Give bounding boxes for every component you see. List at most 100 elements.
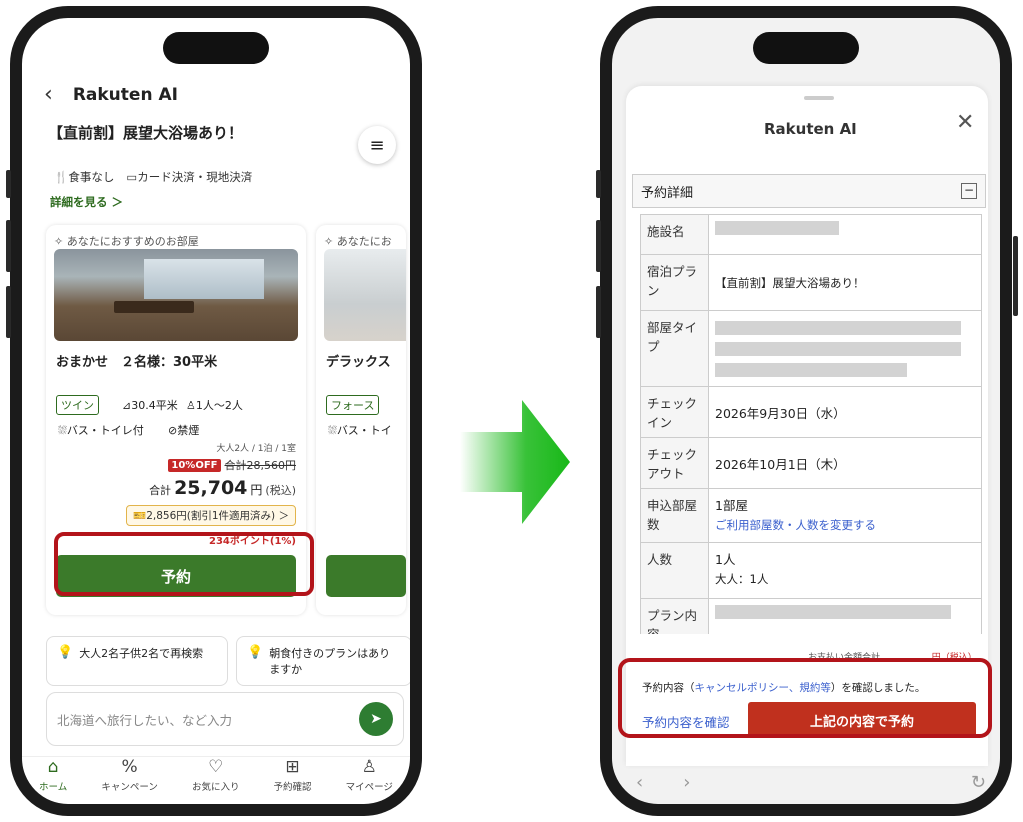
collapse-icon[interactable]: − — [961, 183, 977, 199]
forward-icon[interactable]: › — [683, 772, 690, 793]
row-label: 申込部屋数 — [640, 488, 709, 543]
table-row: チェックイン 2026年9月30日（水） — [640, 386, 982, 438]
send-icon[interactable]: ➤ — [359, 702, 393, 736]
nav-mypage[interactable]: ♙ マイページ — [346, 757, 393, 804]
room-name: デラックス — [326, 355, 391, 370]
table-row: 部屋タイプ — [640, 310, 982, 387]
per-stay-info: 大人2人 / 1泊 / 1室 — [216, 444, 296, 454]
smoking-info: ⊘禁煙 — [168, 424, 200, 437]
person-icon: ♙ — [186, 399, 196, 412]
home-icon: ⌂ — [47, 757, 59, 777]
flow-arrow — [460, 400, 570, 524]
bath-icon: ⛆ — [328, 424, 337, 437]
side-button — [596, 220, 601, 272]
dynamic-island — [753, 32, 859, 64]
room-type-badge: ツイン — [56, 395, 99, 415]
bottom-nav: ⌂ ホーム % キャンペーン ♡ お気に入り ⊞ 予約確認 ♙ マイページ — [22, 756, 410, 804]
menu-icon[interactable]: ≡ — [358, 126, 396, 164]
highlight-box — [618, 658, 992, 738]
room-image[interactable] — [324, 249, 406, 341]
reservation-details-header[interactable]: 予約詳細 − — [632, 174, 986, 208]
recommend-label: ✧ あなたにおすすめのお部屋 — [54, 235, 199, 248]
app-title: Rakuten AI — [72, 84, 178, 105]
sparkle-icon: ✧ — [324, 235, 334, 248]
meal-tag: 🍴食事なし — [54, 170, 115, 184]
side-button — [6, 220, 11, 272]
person-icon: ♙ — [361, 757, 377, 777]
no-smoking-icon: ⊘ — [168, 424, 178, 437]
utensils-icon: 🍴 — [54, 170, 69, 184]
plan-tags: 🍴食事なし ▭カード決済・現地決済 — [54, 169, 252, 185]
coupon-button[interactable]: 🎫2,856円(割引1件適用済み) ＞ — [126, 505, 296, 526]
row-label: 部屋タイプ — [640, 310, 709, 387]
plan-value: 【直前割】展望大浴場あり！ — [708, 254, 982, 311]
reservation-details-table: 施設名 宿泊プラン 【直前割】展望大浴場あり！ 部屋タイプ チェックイン 202… — [640, 214, 982, 650]
room-size: ⊿30.4平米 — [122, 399, 178, 412]
bath-info: ⛆バス・トイ — [328, 424, 392, 437]
side-button — [6, 170, 11, 198]
app-header: ‹ Rakuten AI — [44, 82, 178, 107]
room-image[interactable] — [54, 249, 298, 341]
people-value: 1人 大人：1人 — [708, 542, 982, 599]
chat-input[interactable]: 北海道へ旅行したい、など入力 ➤ — [46, 692, 404, 746]
room-type-value — [708, 310, 982, 387]
close-icon[interactable]: ✕ — [956, 110, 974, 135]
bath-icon: ⛆ — [58, 424, 67, 437]
original-price: 合計28,560円 — [224, 459, 297, 472]
percent-badge-icon: % — [121, 757, 138, 777]
bath-info: ⛆バス・トイレ付 — [58, 424, 144, 437]
table-row: 施設名 — [640, 214, 982, 255]
dynamic-island — [163, 32, 269, 64]
recommend-label: ✧ あなたにお — [324, 235, 392, 248]
rooms-value: 1部屋 ご利用部屋数・人数を変更する — [708, 488, 982, 543]
size-icon: ⊿ — [122, 399, 132, 412]
lightbulb-icon: 💡 — [247, 645, 264, 660]
nav-favorites[interactable]: ♡ お気に入り — [192, 757, 240, 804]
redacted-bar — [715, 321, 961, 335]
side-button — [6, 286, 11, 338]
table-row: 人数 1人 大人：1人 — [640, 542, 982, 599]
total-price: 合計 25,704 円 (税込) — [149, 477, 296, 499]
nav-campaign[interactable]: % キャンペーン — [101, 757, 158, 804]
table-row: チェックアウト 2026年10月1日（木） — [640, 437, 982, 489]
redacted-bar — [715, 363, 907, 377]
row-label: チェックイン — [640, 386, 709, 438]
reserve-button[interactable] — [326, 555, 406, 597]
plan-title: 【直前割】展望大浴場あり！ — [48, 124, 244, 142]
side-button — [1013, 236, 1018, 316]
refresh-icon[interactable]: ↻ — [971, 772, 986, 793]
redacted-bar — [715, 221, 839, 235]
redacted-bar — [715, 605, 951, 619]
total-price-value: 25,704 — [174, 477, 248, 499]
section-title: 予約詳細 — [641, 185, 694, 201]
table-row: 申込部屋数 1部屋 ご利用部屋数・人数を変更する — [640, 488, 982, 543]
right-phone-frame: Rakuten AI ✕ 予約詳細 − 施設名 宿泊プラン 【直前割】展望大浴場… — [600, 6, 1012, 816]
guest-range: ♙1人〜2人 — [186, 399, 243, 412]
back-chevron-icon[interactable]: ‹ — [44, 82, 53, 107]
side-button — [596, 286, 601, 338]
nav-reservations[interactable]: ⊞ 予約確認 — [274, 757, 312, 804]
checkout-value: 2026年10月1日（木） — [708, 437, 982, 489]
discount-row: 10%OFF 合計28,560円 — [168, 457, 296, 473]
facility-value — [708, 214, 982, 255]
discount-badge: 10%OFF — [168, 458, 221, 472]
chat-placeholder: 北海道へ旅行したい、など入力 — [57, 712, 233, 728]
suggestion-chip[interactable]: 💡 大人2名子供2名で再検索 — [46, 636, 228, 686]
suggestion-chip[interactable]: 💡 朝食付きのプランはありますか — [236, 636, 410, 686]
heart-icon: ♡ — [208, 757, 224, 777]
change-rooms-link[interactable]: ご利用部屋数・人数を変更する — [715, 517, 975, 533]
nav-home[interactable]: ⌂ ホーム — [39, 757, 67, 804]
luggage-icon: ⊞ — [285, 757, 300, 777]
redacted-bar — [715, 342, 961, 356]
details-link[interactable]: 詳細を見る ＞ — [50, 194, 123, 210]
drag-handle[interactable] — [804, 96, 834, 100]
browser-nav: ‹ › ↻ — [636, 772, 986, 793]
room-name: おまかせ ２名様：30平米 — [56, 355, 218, 370]
row-label: 人数 — [640, 542, 709, 599]
card-icon: ▭ — [126, 170, 138, 184]
checkin-value: 2026年9月30日（水） — [708, 386, 982, 438]
row-label: 宿泊プラン — [640, 254, 709, 311]
back-icon[interactable]: ‹ — [636, 772, 643, 793]
lightbulb-icon: 💡 — [57, 645, 74, 660]
sparkle-icon: ✧ — [54, 235, 64, 248]
